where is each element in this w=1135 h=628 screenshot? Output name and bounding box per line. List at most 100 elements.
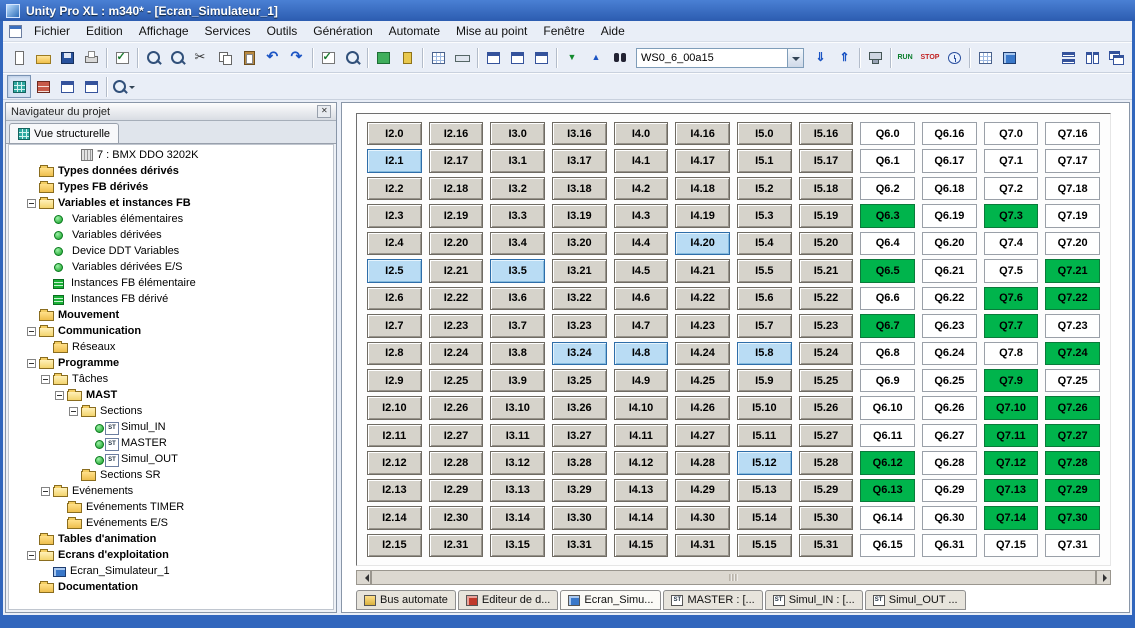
input-button-i5-25[interactable]: I5.25 bbox=[799, 369, 854, 392]
operator-screen-button[interactable] bbox=[371, 46, 395, 69]
animation-table-button[interactable] bbox=[973, 46, 997, 69]
input-button-i2-5[interactable]: I2.5 bbox=[367, 259, 422, 282]
doc-tab-bus-automate[interactable]: Bus automate bbox=[356, 590, 456, 610]
input-button-i3-26[interactable]: I3.26 bbox=[552, 396, 607, 419]
input-button-i4-19[interactable]: I4.19 bbox=[675, 204, 730, 227]
input-button-i2-11[interactable]: I2.11 bbox=[367, 424, 422, 447]
menu-affichage[interactable]: Affichage bbox=[131, 22, 197, 40]
input-button-i2-22[interactable]: I2.22 bbox=[429, 287, 484, 310]
collapse-icon[interactable] bbox=[27, 327, 36, 336]
input-button-i4-9[interactable]: I4.9 bbox=[614, 369, 669, 392]
close-icon[interactable] bbox=[317, 105, 331, 118]
input-button-i5-24[interactable]: I5.24 bbox=[799, 342, 854, 365]
input-button-i4-7[interactable]: I4.7 bbox=[614, 314, 669, 337]
input-button-i2-15[interactable]: I2.15 bbox=[367, 534, 422, 557]
export-upload-button[interactable] bbox=[584, 46, 608, 69]
input-button-i5-17[interactable]: I5.17 bbox=[799, 149, 854, 172]
input-button-i5-19[interactable]: I5.19 bbox=[799, 204, 854, 227]
table-view-button[interactable] bbox=[55, 75, 79, 98]
menu-generation[interactable]: Génération bbox=[305, 22, 380, 40]
run-button[interactable] bbox=[894, 46, 918, 69]
tree-item-variables-derivees[interactable]: Variables dérivées bbox=[9, 227, 333, 243]
input-button-i4-30[interactable]: I4.30 bbox=[675, 506, 730, 529]
input-button-i5-30[interactable]: I5.30 bbox=[799, 506, 854, 529]
transfer-from-plc-button[interactable] bbox=[832, 46, 856, 69]
tree-item-device-ddt-variables[interactable]: Device DDT Variables bbox=[9, 243, 333, 259]
tree-item-instances-fb-elementaire[interactable]: Instances FB élémentaire bbox=[9, 275, 333, 291]
horizontal-scrollbar[interactable] bbox=[356, 570, 1111, 585]
printer-button[interactable] bbox=[79, 46, 103, 69]
stop-button[interactable] bbox=[918, 46, 942, 69]
scroll-right-icon[interactable] bbox=[1096, 570, 1111, 585]
input-button-i4-5[interactable]: I4.5 bbox=[614, 259, 669, 282]
tree-item-variables-elementaires[interactable]: Variables élémentaires bbox=[9, 211, 333, 227]
input-button-i2-21[interactable]: I2.21 bbox=[429, 259, 484, 282]
input-button-i2-4[interactable]: I2.4 bbox=[367, 232, 422, 255]
input-button-i4-29[interactable]: I4.29 bbox=[675, 479, 730, 502]
input-button-i2-28[interactable]: I2.28 bbox=[429, 451, 484, 474]
input-button-i4-26[interactable]: I4.26 bbox=[675, 396, 730, 419]
input-button-i4-11[interactable]: I4.11 bbox=[614, 424, 669, 447]
input-button-i3-4[interactable]: I3.4 bbox=[490, 232, 545, 255]
tile-vertical-button[interactable] bbox=[1080, 46, 1104, 69]
input-button-i2-24[interactable]: I2.24 bbox=[429, 342, 484, 365]
input-button-i5-16[interactable]: I5.16 bbox=[799, 122, 854, 145]
input-button-i4-21[interactable]: I4.21 bbox=[675, 259, 730, 282]
tree-item-reseaux[interactable]: Réseaux bbox=[9, 339, 333, 355]
input-button-i3-14[interactable]: I3.14 bbox=[490, 506, 545, 529]
input-button-i4-15[interactable]: I4.15 bbox=[614, 534, 669, 557]
debug-clock-button[interactable] bbox=[942, 46, 966, 69]
tree-item-mast[interactable]: MAST bbox=[9, 387, 333, 403]
functional-view-button[interactable] bbox=[31, 75, 55, 98]
input-button-i5-29[interactable]: I5.29 bbox=[799, 479, 854, 502]
connect-pc-button[interactable] bbox=[863, 46, 887, 69]
search-magnifier-button[interactable] bbox=[340, 46, 364, 69]
collapse-icon[interactable] bbox=[55, 391, 64, 400]
input-button-i3-25[interactable]: I3.25 bbox=[552, 369, 607, 392]
input-button-i2-14[interactable]: I2.14 bbox=[367, 506, 422, 529]
input-button-i4-20[interactable]: I4.20 bbox=[675, 232, 730, 255]
input-button-i2-18[interactable]: I2.18 bbox=[429, 177, 484, 200]
input-button-i5-28[interactable]: I5.28 bbox=[799, 451, 854, 474]
input-button-i2-0[interactable]: I2.0 bbox=[367, 122, 422, 145]
input-button-i5-26[interactable]: I5.26 bbox=[799, 396, 854, 419]
tree-item-sections[interactable]: Sections bbox=[9, 403, 333, 419]
input-button-i4-6[interactable]: I4.6 bbox=[614, 287, 669, 310]
input-button-i5-1[interactable]: I5.1 bbox=[737, 149, 792, 172]
input-button-i3-13[interactable]: I3.13 bbox=[490, 479, 545, 502]
tree-item-mouvement[interactable]: Mouvement bbox=[9, 307, 333, 323]
cut-scissors-button[interactable] bbox=[189, 46, 213, 69]
library-book-button[interactable] bbox=[395, 46, 419, 69]
input-button-i3-0[interactable]: I3.0 bbox=[490, 122, 545, 145]
input-button-i2-19[interactable]: I2.19 bbox=[429, 204, 484, 227]
input-button-i3-1[interactable]: I3.1 bbox=[490, 149, 545, 172]
doc-tab-master[interactable]: MASTER : [... bbox=[663, 590, 762, 610]
scroll-left-icon[interactable] bbox=[356, 570, 371, 585]
input-button-i3-2[interactable]: I3.2 bbox=[490, 177, 545, 200]
input-button-i4-3[interactable]: I4.3 bbox=[614, 204, 669, 227]
input-button-i5-23[interactable]: I5.23 bbox=[799, 314, 854, 337]
cascade-windows-button[interactable] bbox=[1104, 46, 1128, 69]
input-button-i5-27[interactable]: I5.27 bbox=[799, 424, 854, 447]
input-button-i5-13[interactable]: I5.13 bbox=[737, 479, 792, 502]
zoom-magnifier-button[interactable] bbox=[110, 75, 134, 98]
input-button-i3-29[interactable]: I3.29 bbox=[552, 479, 607, 502]
input-button-i4-27[interactable]: I4.27 bbox=[675, 424, 730, 447]
collapse-icon[interactable] bbox=[27, 551, 36, 560]
input-button-i4-2[interactable]: I4.2 bbox=[614, 177, 669, 200]
input-button-i2-3[interactable]: I2.3 bbox=[367, 204, 422, 227]
input-button-i4-25[interactable]: I4.25 bbox=[675, 369, 730, 392]
zoom-out-magnifier-button[interactable] bbox=[165, 46, 189, 69]
input-button-i2-10[interactable]: I2.10 bbox=[367, 396, 422, 419]
input-button-i4-13[interactable]: I4.13 bbox=[614, 479, 669, 502]
input-button-i5-2[interactable]: I5.2 bbox=[737, 177, 792, 200]
import-download-button[interactable] bbox=[560, 46, 584, 69]
tree-item-master[interactable]: MASTER bbox=[9, 435, 333, 451]
collapse-icon[interactable] bbox=[69, 407, 78, 416]
transfer-to-plc-button[interactable] bbox=[808, 46, 832, 69]
input-button-i3-24[interactable]: I3.24 bbox=[552, 342, 607, 365]
input-button-i5-21[interactable]: I5.21 bbox=[799, 259, 854, 282]
input-button-i3-11[interactable]: I3.11 bbox=[490, 424, 545, 447]
input-button-i5-10[interactable]: I5.10 bbox=[737, 396, 792, 419]
tree-item-7-bmx-ddo-3202k[interactable]: 7 : BMX DDO 3202K bbox=[9, 147, 333, 163]
